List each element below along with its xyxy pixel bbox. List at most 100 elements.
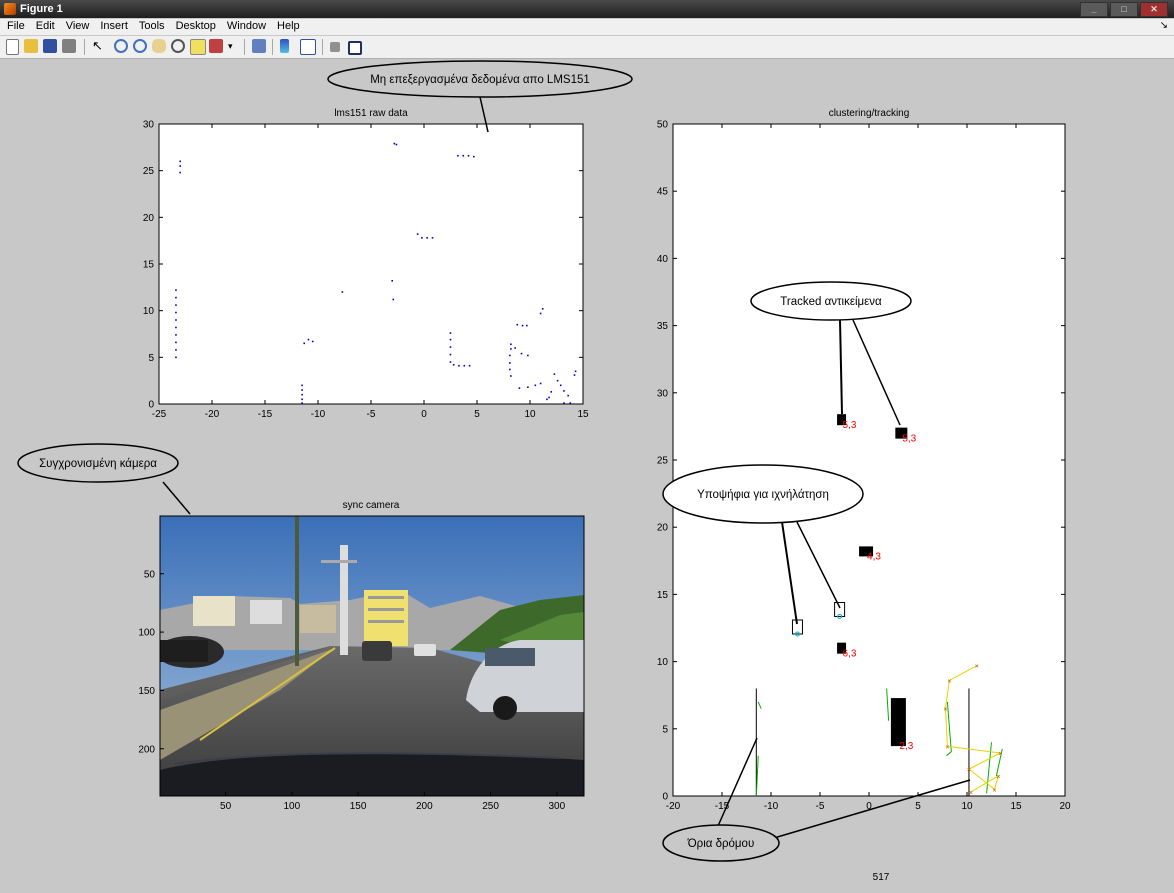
maximize-button[interactable]: □ xyxy=(1110,2,1138,17)
raw|0-ytick-label: 30 xyxy=(143,120,155,131)
trk|1-xtick-label: -10 xyxy=(764,801,779,812)
trk|1-ytick-label: 20 xyxy=(657,523,669,534)
raw-point xyxy=(179,171,181,174)
close-button[interactable]: ✕ xyxy=(1140,2,1168,17)
cam-xtick-label: 100 xyxy=(283,801,300,812)
raw-point xyxy=(514,347,516,349)
raw|0-xtick-label: 15 xyxy=(577,409,589,420)
raw|0-xtick-label: 0 xyxy=(421,409,427,420)
raw|0-ytick-label: 25 xyxy=(143,166,155,177)
raw|0-xtick-label: 5 xyxy=(474,409,480,420)
raw-point xyxy=(550,391,552,393)
tracked-object-label: 5,3 xyxy=(902,434,916,445)
tracked-object-label: 6,3 xyxy=(843,649,857,660)
raw-point xyxy=(303,342,306,345)
menu-tools[interactable]: Tools xyxy=(135,19,169,33)
menu-file[interactable]: File xyxy=(3,19,29,33)
raw-point xyxy=(518,387,521,389)
raw-point xyxy=(457,154,459,157)
brush-icon[interactable] xyxy=(209,39,223,53)
raw-point xyxy=(468,364,471,367)
show-plot-tools-icon[interactable] xyxy=(330,42,340,52)
raw|0-ytick-label: 15 xyxy=(143,260,155,271)
raw-point xyxy=(509,368,511,371)
raw-point xyxy=(534,384,537,387)
trk|1-ytick-label: 45 xyxy=(657,187,669,198)
trk|1-ytick-label: 50 xyxy=(657,120,669,131)
figure-canvas: lms151 raw data -25 -20 -15 -10 -5 0 5 10 15 0 5 10… xyxy=(0,59,1174,888)
raw-point xyxy=(563,390,565,392)
trk|1-xtick-label: -5 xyxy=(816,801,825,812)
data-cursor-icon[interactable] xyxy=(190,39,206,55)
menu-desktop[interactable]: Desktop xyxy=(172,19,220,33)
menu-insert[interactable]: Insert xyxy=(96,19,132,33)
tracked-object-label: 2,3 xyxy=(899,741,913,752)
open-file-icon[interactable] xyxy=(24,39,38,53)
cam-xtick-label: 150 xyxy=(350,801,367,812)
menu-window[interactable]: Window xyxy=(223,19,270,33)
raw-point xyxy=(569,402,572,404)
trk|1-ytick-label: 25 xyxy=(657,456,669,467)
menu-edit[interactable]: Edit xyxy=(32,19,59,33)
raw-point xyxy=(548,396,550,399)
pointer-icon[interactable]: ↖ xyxy=(92,39,106,53)
raw-point xyxy=(527,386,529,388)
raw-point xyxy=(179,165,181,167)
raw-point xyxy=(391,280,393,282)
tracked-object-box xyxy=(890,698,906,747)
raw-point xyxy=(462,154,465,157)
raw-point xyxy=(473,155,475,158)
callout-camera: Συγχρονισμένη κάμερα xyxy=(17,443,191,515)
cam-ytick-label: 50 xyxy=(144,569,156,580)
new-figure-icon[interactable] xyxy=(6,39,19,55)
hide-plot-tools-icon[interactable] xyxy=(300,39,316,55)
raw|0-xtick-label: 10 xyxy=(524,409,536,420)
cam-ytick-label: 150 xyxy=(138,686,155,697)
raw-point xyxy=(516,323,519,326)
rotate-3d-icon[interactable] xyxy=(171,39,185,53)
raw-point xyxy=(559,384,562,387)
raw-point xyxy=(175,319,177,321)
legend-icon[interactable] xyxy=(280,39,289,53)
raw-point xyxy=(175,311,177,314)
menu-view[interactable]: View xyxy=(62,19,94,33)
cam-ytick-label: 200 xyxy=(138,744,155,755)
track-x-marker: × xyxy=(996,774,1000,781)
save-icon[interactable] xyxy=(43,39,57,53)
raw-point xyxy=(431,237,434,239)
raw-point xyxy=(307,338,310,341)
cam-xtick-label: 250 xyxy=(482,801,499,812)
raw-point xyxy=(573,374,576,376)
raw|0-ytick-label: 20 xyxy=(143,213,155,224)
raw-point xyxy=(175,356,177,359)
raw-point xyxy=(175,341,177,344)
raw-data-axes: lms151 raw data -25 -20 -15 -10 -5 0 5 10 15 0 5 10… xyxy=(143,108,589,420)
dock-arrow-icon[interactable]: ↘ xyxy=(1160,20,1168,31)
callout-raw: Μη επεξεργασμένα δεδομένα απο LMS151 xyxy=(327,60,633,133)
track-x-marker: × xyxy=(998,751,1002,758)
link-icon[interactable]: ▾ xyxy=(228,39,242,53)
camera-image xyxy=(160,516,584,796)
colorbar-icon[interactable] xyxy=(252,39,266,53)
zoom-in-icon[interactable] xyxy=(114,39,128,53)
track-x-marker: × xyxy=(945,744,949,751)
raw|0-xtick-label: -15 xyxy=(258,409,273,420)
raw-point xyxy=(520,352,523,355)
raw-point xyxy=(509,354,511,357)
raw-point xyxy=(175,334,177,336)
raw-point xyxy=(449,338,452,341)
menu-help[interactable]: Help xyxy=(273,19,304,33)
dock-plot-tools-icon[interactable] xyxy=(348,41,362,55)
raw-point xyxy=(449,353,452,356)
cam-xtick-label: 200 xyxy=(416,801,433,812)
zoom-out-icon[interactable] xyxy=(133,39,147,53)
raw-point xyxy=(553,373,556,375)
minimize-button[interactable]: _ xyxy=(1080,2,1108,17)
pan-hand-icon[interactable] xyxy=(152,39,166,53)
raw-point xyxy=(541,308,544,310)
print-icon[interactable] xyxy=(62,39,76,53)
track-x-marker: × xyxy=(967,767,971,774)
raw|0-ytick-label: 5 xyxy=(148,353,154,364)
raw-point xyxy=(574,370,577,373)
raw-point xyxy=(311,340,314,343)
